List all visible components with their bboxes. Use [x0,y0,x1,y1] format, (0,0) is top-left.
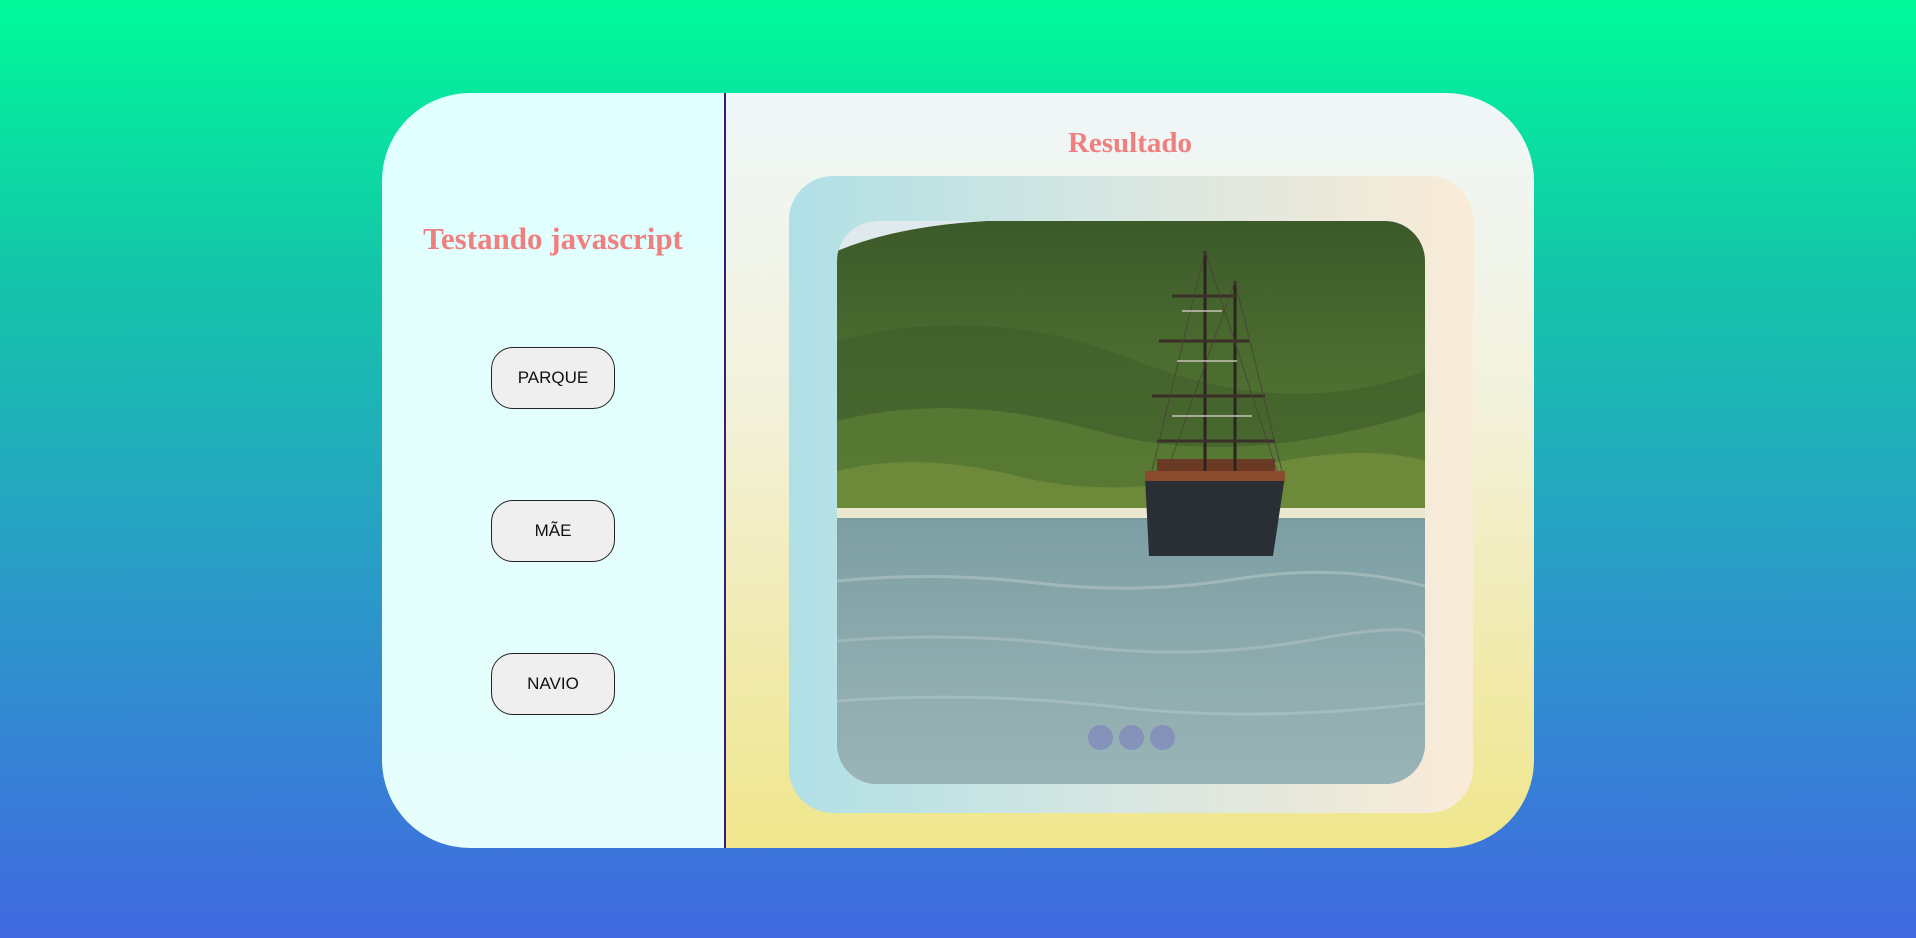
image-frame [789,176,1473,813]
navio-button[interactable]: NAVIO [491,653,615,715]
carousel-dot-1[interactable] [1087,725,1113,750]
result-image [837,221,1425,784]
right-panel: Resultado [726,93,1534,848]
left-title: Testando javascript [423,221,683,256]
main-card: Testando javascript PARQUE MÃE NAVIO Res… [382,93,1534,848]
parque-button[interactable]: PARQUE [491,347,615,409]
carousel-dots [837,725,1425,750]
carousel-dot-3[interactable] [1149,725,1175,750]
result-title: Resultado [1067,127,1193,159]
mae-button[interactable]: MÃE [491,500,615,562]
sailing-ship-photo-icon [837,221,1425,784]
left-panel: Testando javascript PARQUE MÃE NAVIO [382,93,726,848]
carousel-dot-2[interactable] [1118,725,1144,750]
